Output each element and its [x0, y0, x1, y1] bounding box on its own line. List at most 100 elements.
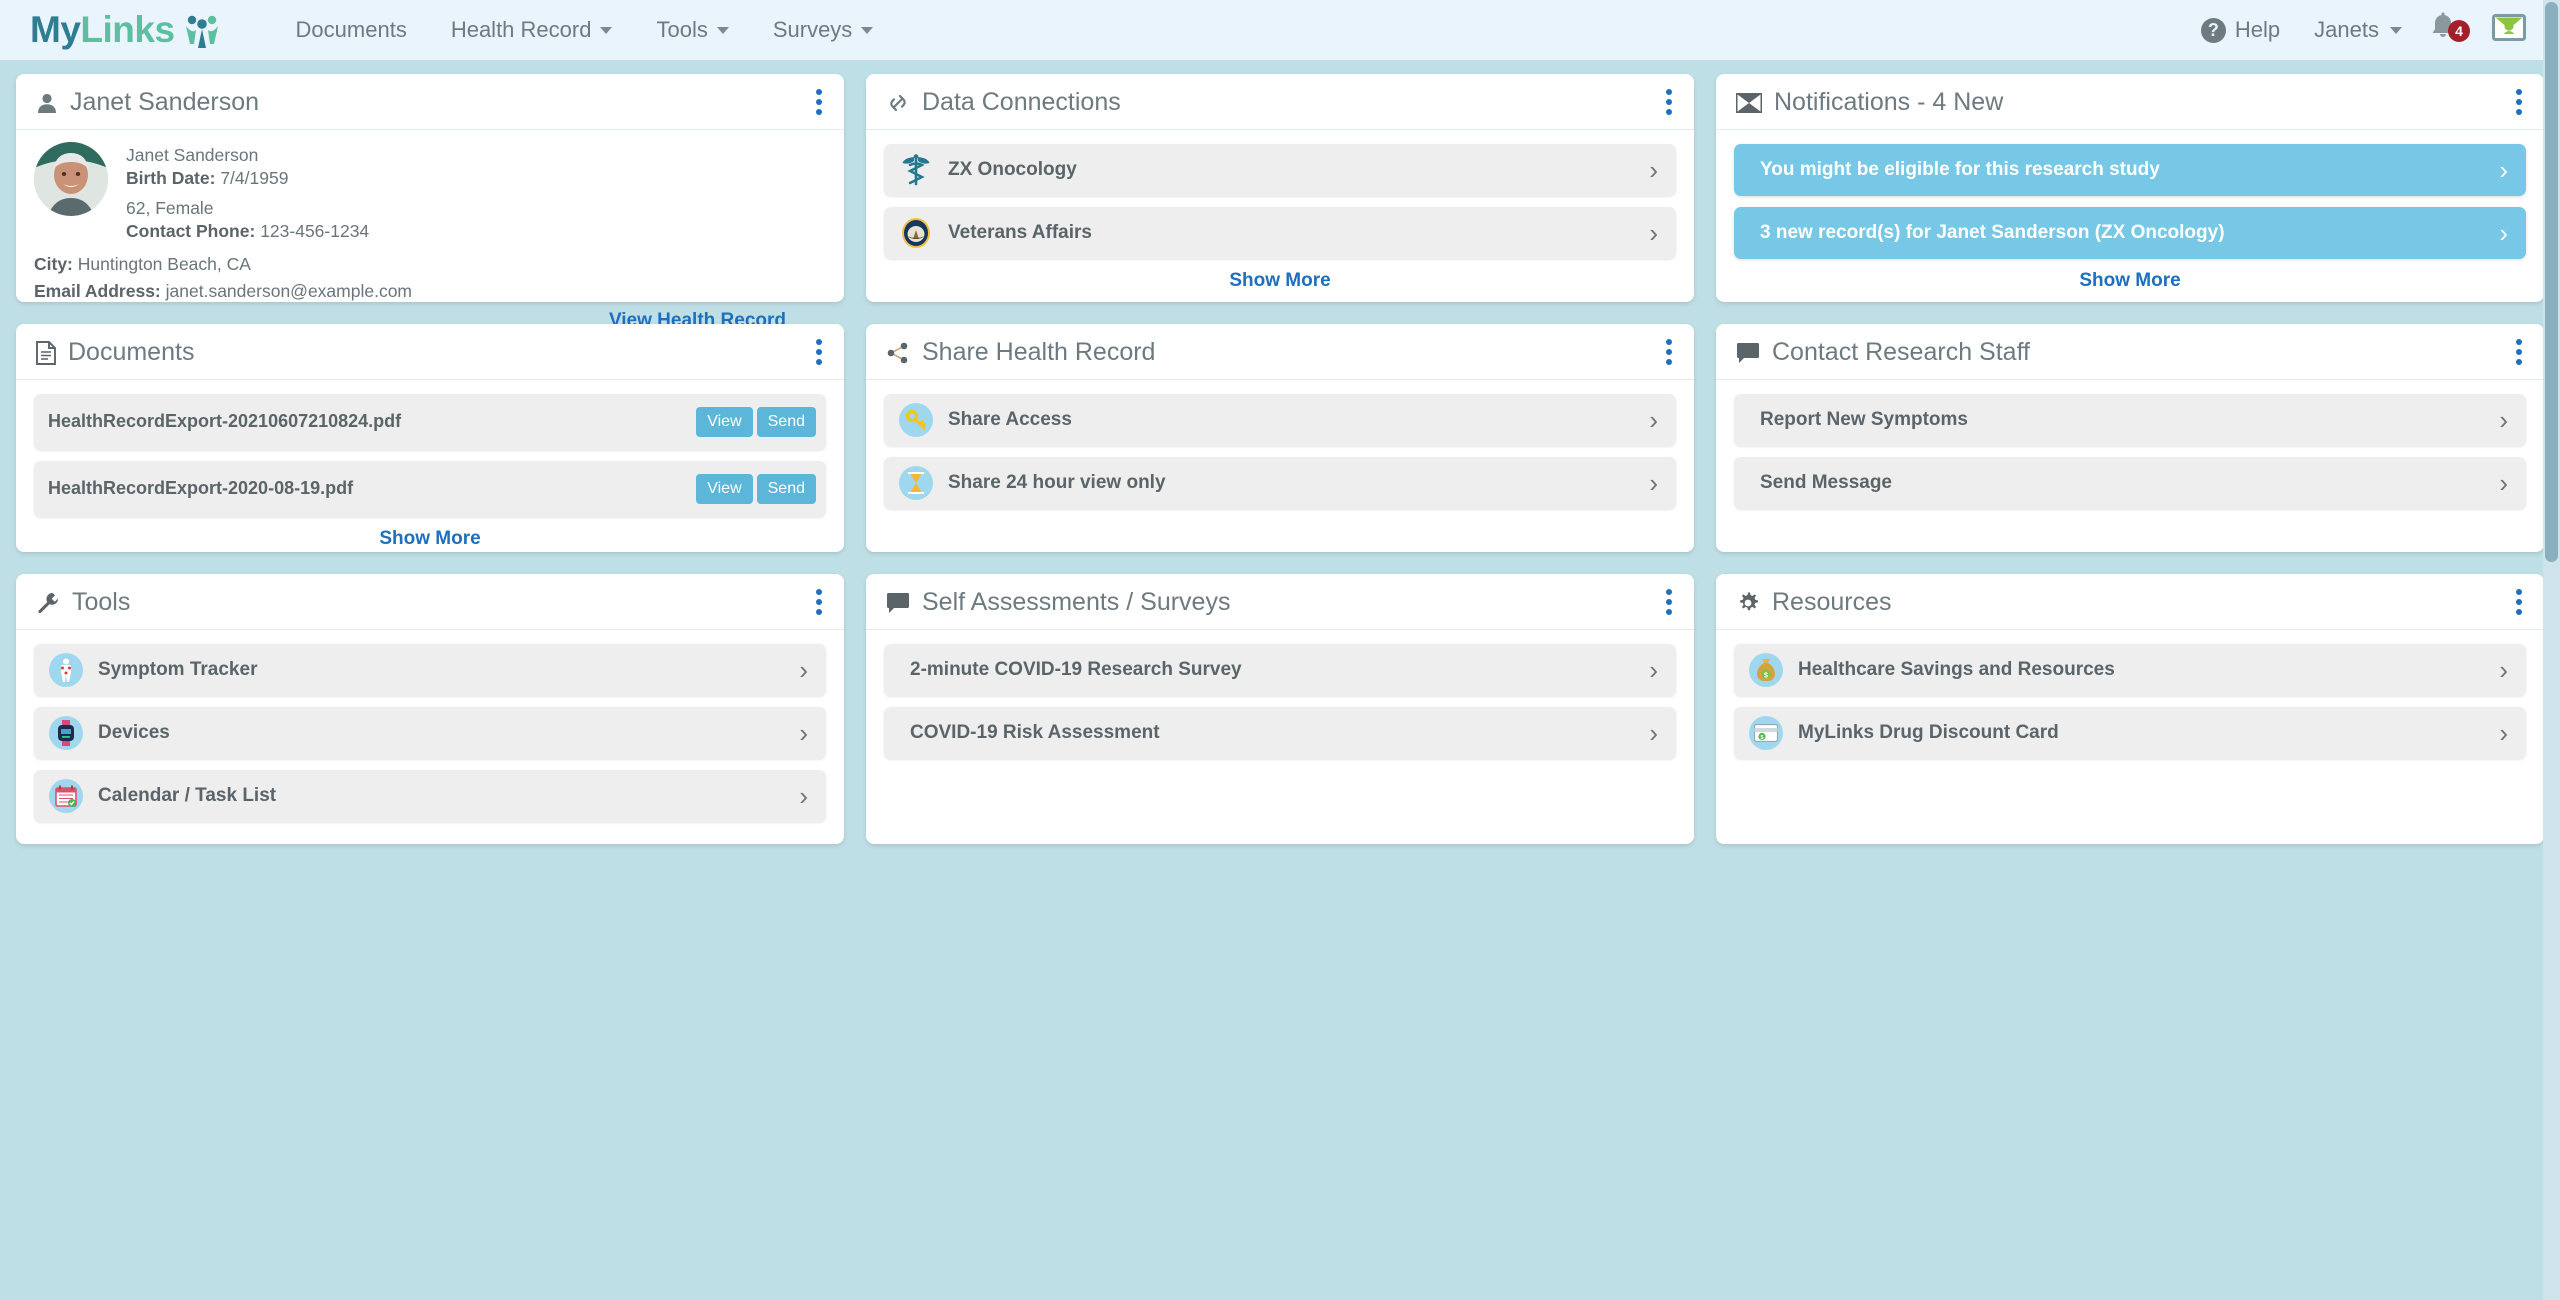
navbar-right-group: ? Help Janets 4	[2200, 12, 2526, 49]
card-body: You might be eligible for this research …	[1716, 130, 2544, 302]
card-body: $ Healthcare Savings and Resources › $ M…	[1716, 630, 2544, 844]
nav-item-documents[interactable]: Documents	[274, 17, 429, 43]
data-connection-row[interactable]: Veterans Affairs ›	[884, 207, 1676, 259]
profile-secondary-info: City: Huntington Beach, CA Email Address…	[34, 251, 826, 304]
share-access-row[interactable]: Share Access ›	[884, 394, 1676, 446]
view-button[interactable]: View	[696, 407, 753, 437]
send-button[interactable]: Send	[756, 474, 816, 504]
document-row: HealthRecordExport-20210607210824.pdf Vi…	[34, 394, 826, 450]
user-menu[interactable]: Janets	[2314, 17, 2428, 43]
help-button[interactable]: ? Help	[2200, 17, 2314, 43]
resource-row-drug-discount-card[interactable]: $ MyLinks Drug Discount Card ›	[1734, 707, 2526, 759]
chevron-right-icon: ›	[799, 655, 808, 685]
card-notifications: Notifications - 4 New You might be eligi…	[1716, 74, 2544, 302]
nav-item-health-record[interactable]: Health Record	[429, 17, 635, 43]
notifications-bell-button[interactable]: 4	[2428, 12, 2492, 49]
kebab-menu-icon[interactable]	[2512, 85, 2526, 119]
user-icon	[36, 92, 58, 114]
show-more-link[interactable]: Show More	[884, 270, 1676, 292]
row-label: Share Access	[948, 409, 1072, 430]
survey-row-covid-research[interactable]: 2-minute COVID-19 Research Survey ›	[884, 644, 1676, 696]
notification-row[interactable]: You might be eligible for this research …	[1734, 144, 2526, 196]
card-header: Documents	[16, 324, 844, 380]
row-label: Report New Symptoms	[1760, 409, 1968, 430]
brand-text-my: My	[30, 9, 81, 50]
chat-bubble-icon	[886, 592, 910, 614]
share-24hr-row[interactable]: Share 24 hour view only ›	[884, 457, 1676, 509]
tool-row-symptom-tracker[interactable]: Symptom Tracker ›	[34, 644, 826, 696]
discount-card-icon: $	[1748, 716, 1784, 750]
phone-label: Contact Phone:	[126, 221, 256, 242]
question-circle-icon: ?	[2200, 17, 2226, 43]
card-body: 2-minute COVID-19 Research Survey › COVI…	[866, 630, 1694, 844]
page-scrollbar-track[interactable]	[2543, 0, 2560, 1300]
page-scrollbar-thumb[interactable]	[2545, 2, 2558, 562]
chevron-right-icon: ›	[2499, 218, 2508, 248]
card-title: Contact Research Staff	[1772, 338, 2031, 366]
card-contact-research-staff: Contact Research Staff Report New Sympto…	[1716, 324, 2544, 552]
row-label: Healthcare Savings and Resources	[1798, 659, 2115, 680]
view-button[interactable]: View	[696, 474, 753, 504]
show-more-link[interactable]: Show More	[34, 528, 826, 550]
card-title: Resources	[1772, 588, 1892, 616]
birth-date-value: 7/4/1959	[220, 168, 289, 189]
send-message-row[interactable]: Send Message ›	[1734, 457, 2526, 509]
kebab-menu-icon[interactable]	[812, 585, 826, 619]
profile-primary-info: Janet Sanderson Birth Date: 7/4/1959 62,…	[126, 142, 369, 243]
show-more-link[interactable]: Show More	[1734, 270, 2526, 292]
notification-row[interactable]: 3 new record(s) for Janet Sanderson (ZX …	[1734, 207, 2526, 259]
resource-row-healthcare-savings[interactable]: $ Healthcare Savings and Resources ›	[1734, 644, 2526, 696]
dashboard-page: Janet Sanderson Janet Sanderson Birth Da…	[0, 60, 2560, 1300]
messages-button[interactable]	[2492, 14, 2526, 46]
svg-text:$: $	[1761, 735, 1764, 741]
row-label: COVID-19 Risk Assessment	[910, 722, 1160, 743]
email-value: janet.sanderson@example.com	[165, 280, 413, 301]
kebab-menu-icon[interactable]	[812, 85, 826, 119]
link-chain-icon	[886, 91, 910, 115]
kebab-menu-icon[interactable]	[1662, 585, 1676, 619]
card-body: Symptom Tracker › Devices › Calendar / T…	[16, 630, 844, 844]
kebab-menu-icon[interactable]	[2512, 585, 2526, 619]
card-title: Janet Sanderson	[70, 88, 260, 116]
card-body: Report New Symptoms › Send Message ›	[1716, 380, 2544, 552]
chevron-right-icon: ›	[799, 718, 808, 748]
kebab-menu-icon[interactable]	[1662, 85, 1676, 119]
tool-row-devices[interactable]: Devices ›	[34, 707, 826, 759]
chevron-down-icon	[600, 26, 613, 34]
row-label: Calendar / Task List	[98, 785, 277, 806]
survey-row-covid-risk[interactable]: COVID-19 Risk Assessment ›	[884, 707, 1676, 759]
profile-name: Janet Sanderson	[126, 145, 259, 165]
card-body: Share Access › Share 24 hour view only ›	[866, 380, 1694, 552]
row-label: Symptom Tracker	[98, 659, 258, 680]
brand-logo[interactable]: My Links	[30, 9, 222, 51]
kebab-menu-icon[interactable]	[812, 335, 826, 369]
send-button[interactable]: Send	[756, 407, 816, 437]
envelope-icon	[2492, 14, 2526, 46]
nav-label: Health Record	[450, 17, 592, 42]
tool-row-calendar[interactable]: Calendar / Task List ›	[34, 770, 826, 822]
brand-text-links: Links	[80, 9, 175, 50]
row-label: You might be eligible for this research …	[1760, 159, 2160, 180]
kebab-menu-icon[interactable]	[2512, 335, 2526, 369]
chevron-down-icon	[861, 26, 874, 34]
va-seal-icon	[898, 217, 934, 249]
kebab-menu-icon[interactable]	[1662, 335, 1676, 369]
smartwatch-icon	[48, 716, 84, 750]
card-resources: Resources $ Healthcare Savings and Resou…	[1716, 574, 2544, 844]
nav-label: Documents	[295, 17, 407, 42]
row-label: Veterans Affairs	[948, 222, 1092, 243]
nav-item-tools[interactable]: Tools	[634, 17, 750, 43]
data-connection-row[interactable]: ZX Onocology ›	[884, 144, 1676, 196]
card-body: Janet Sanderson Birth Date: 7/4/1959 62,…	[16, 130, 844, 340]
nav-item-surveys[interactable]: Surveys	[751, 17, 895, 43]
document-row: HealthRecordExport-2020-08-19.pdf View S…	[34, 461, 826, 517]
chevron-right-icon: ›	[1649, 468, 1658, 498]
card-patient-profile: Janet Sanderson Janet Sanderson Birth Da…	[16, 74, 844, 331]
chevron-right-icon: ›	[799, 781, 808, 811]
report-symptoms-row[interactable]: Report New Symptoms ›	[1734, 394, 2526, 446]
wrench-icon	[36, 591, 60, 615]
key-icon	[898, 403, 934, 437]
card-title: Self Assessments / Surveys	[922, 588, 1231, 616]
notification-count-badge: 4	[2448, 19, 2470, 42]
card-header: Tools	[16, 574, 844, 630]
